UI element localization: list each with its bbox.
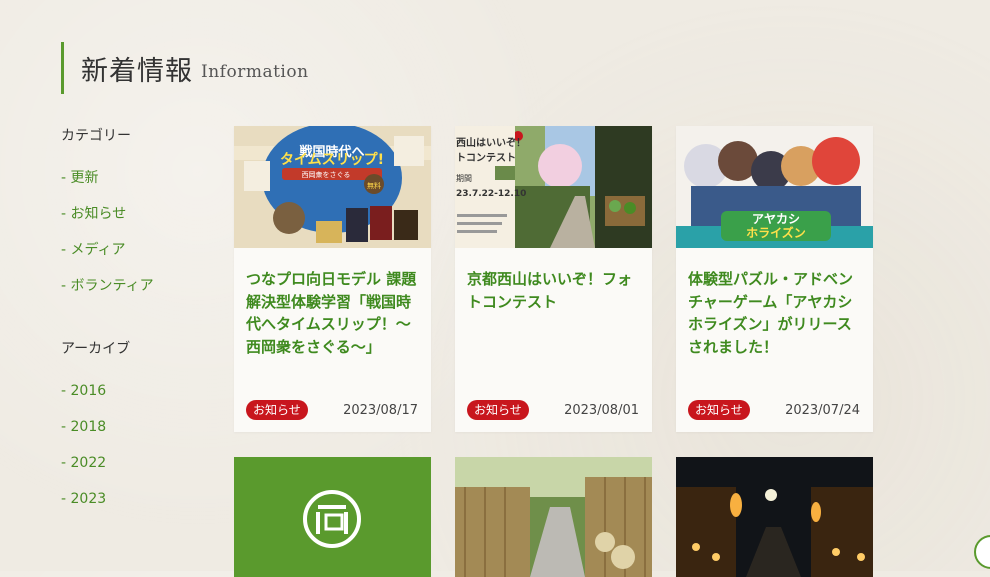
post-title[interactable]: 体験型パズル・アドベンチャーゲーム「アヤカシホライズン」がリリースされました！: [688, 268, 860, 358]
page-subtitle: Information: [201, 62, 309, 82]
archive-link-2022[interactable]: - 2022: [61, 445, 211, 481]
category-link-update[interactable]: - 更新: [61, 160, 211, 196]
page-title: 新着情報: [81, 55, 193, 87]
section-heading: 新着情報 Information: [61, 42, 309, 94]
thumb-text: 期間: [456, 174, 472, 183]
category-link-news[interactable]: - お知らせ: [61, 196, 211, 232]
category-link-volunteer[interactable]: - ボランティア: [61, 268, 211, 304]
thumb-text: タイムスリップ!: [280, 152, 384, 168]
post-thumbnail[interactable]: 戦国時代へ タイムスリップ! 西岡衆をさぐる 無料: [234, 126, 431, 248]
archive-link-2016[interactable]: - 2016: [61, 373, 211, 409]
post-thumbnail-logo[interactable]: [234, 457, 431, 577]
post-date: 2023/08/01: [564, 403, 639, 418]
sidebar: カテゴリー - 更新 - お知らせ - メディア - ボランティア アーカイブ …: [61, 125, 211, 517]
category-title: カテゴリー: [61, 128, 131, 144]
post-thumbnail-bamboo[interactable]: [455, 457, 652, 577]
category-badge[interactable]: お知らせ: [246, 400, 308, 420]
post-card[interactable]: 西山はいいぞ！ トコンテスト 期間 23.7.22-12.10 京都西山はいいぞ…: [455, 126, 652, 432]
category-list: - 更新 - お知らせ - メディア - ボランティア: [61, 160, 211, 304]
category-badge[interactable]: お知らせ: [688, 400, 750, 420]
logo-icon: [303, 490, 361, 548]
archive-link-2018[interactable]: - 2018: [61, 409, 211, 445]
post-title[interactable]: 京都西山はいいぞ！フォトコンテスト: [467, 268, 639, 313]
post-title[interactable]: つなプロ向日モデル 課題解決型体験学習「戦国時代へタイムスリップ！～西岡衆をさぐ…: [246, 268, 418, 358]
archive-list: - 2016 - 2018 - 2022 - 2023: [61, 373, 211, 517]
archive-link-2023[interactable]: - 2023: [61, 481, 211, 517]
post-card[interactable]: アヤカシ ホライズン 体験型パズル・アドベンチャーゲーム「アヤカシホライズン」が…: [676, 126, 873, 432]
category-link-media[interactable]: - メディア: [61, 232, 211, 268]
thumb-text: ホライズン: [746, 225, 806, 240]
post-date: 2023/07/24: [785, 403, 860, 418]
thumb-text: 23.7.22-12.10: [456, 189, 526, 199]
thumb-text: トコンテスト: [456, 152, 516, 164]
category-badge[interactable]: お知らせ: [467, 400, 529, 420]
thumb-text: 無料: [367, 181, 381, 190]
post-thumbnail[interactable]: 西山はいいぞ！ トコンテスト 期間 23.7.22-12.10: [455, 126, 652, 248]
post-thumbnail-night[interactable]: [676, 457, 873, 577]
post-card[interactable]: 戦国時代へ タイムスリップ! 西岡衆をさぐる 無料 つなプロ向日モデル 課題解決…: [234, 126, 431, 432]
post-date: 2023/08/17: [343, 403, 418, 418]
post-thumbnail[interactable]: アヤカシ ホライズン: [676, 126, 873, 248]
thumb-text: 西岡衆をさぐる: [302, 170, 351, 179]
archive-title: アーカイブ: [61, 341, 131, 357]
thumb-text: 西山はいいぞ！: [456, 136, 526, 149]
thumb-text: アヤカシ: [752, 212, 800, 226]
page-top-button[interactable]: [974, 535, 990, 569]
